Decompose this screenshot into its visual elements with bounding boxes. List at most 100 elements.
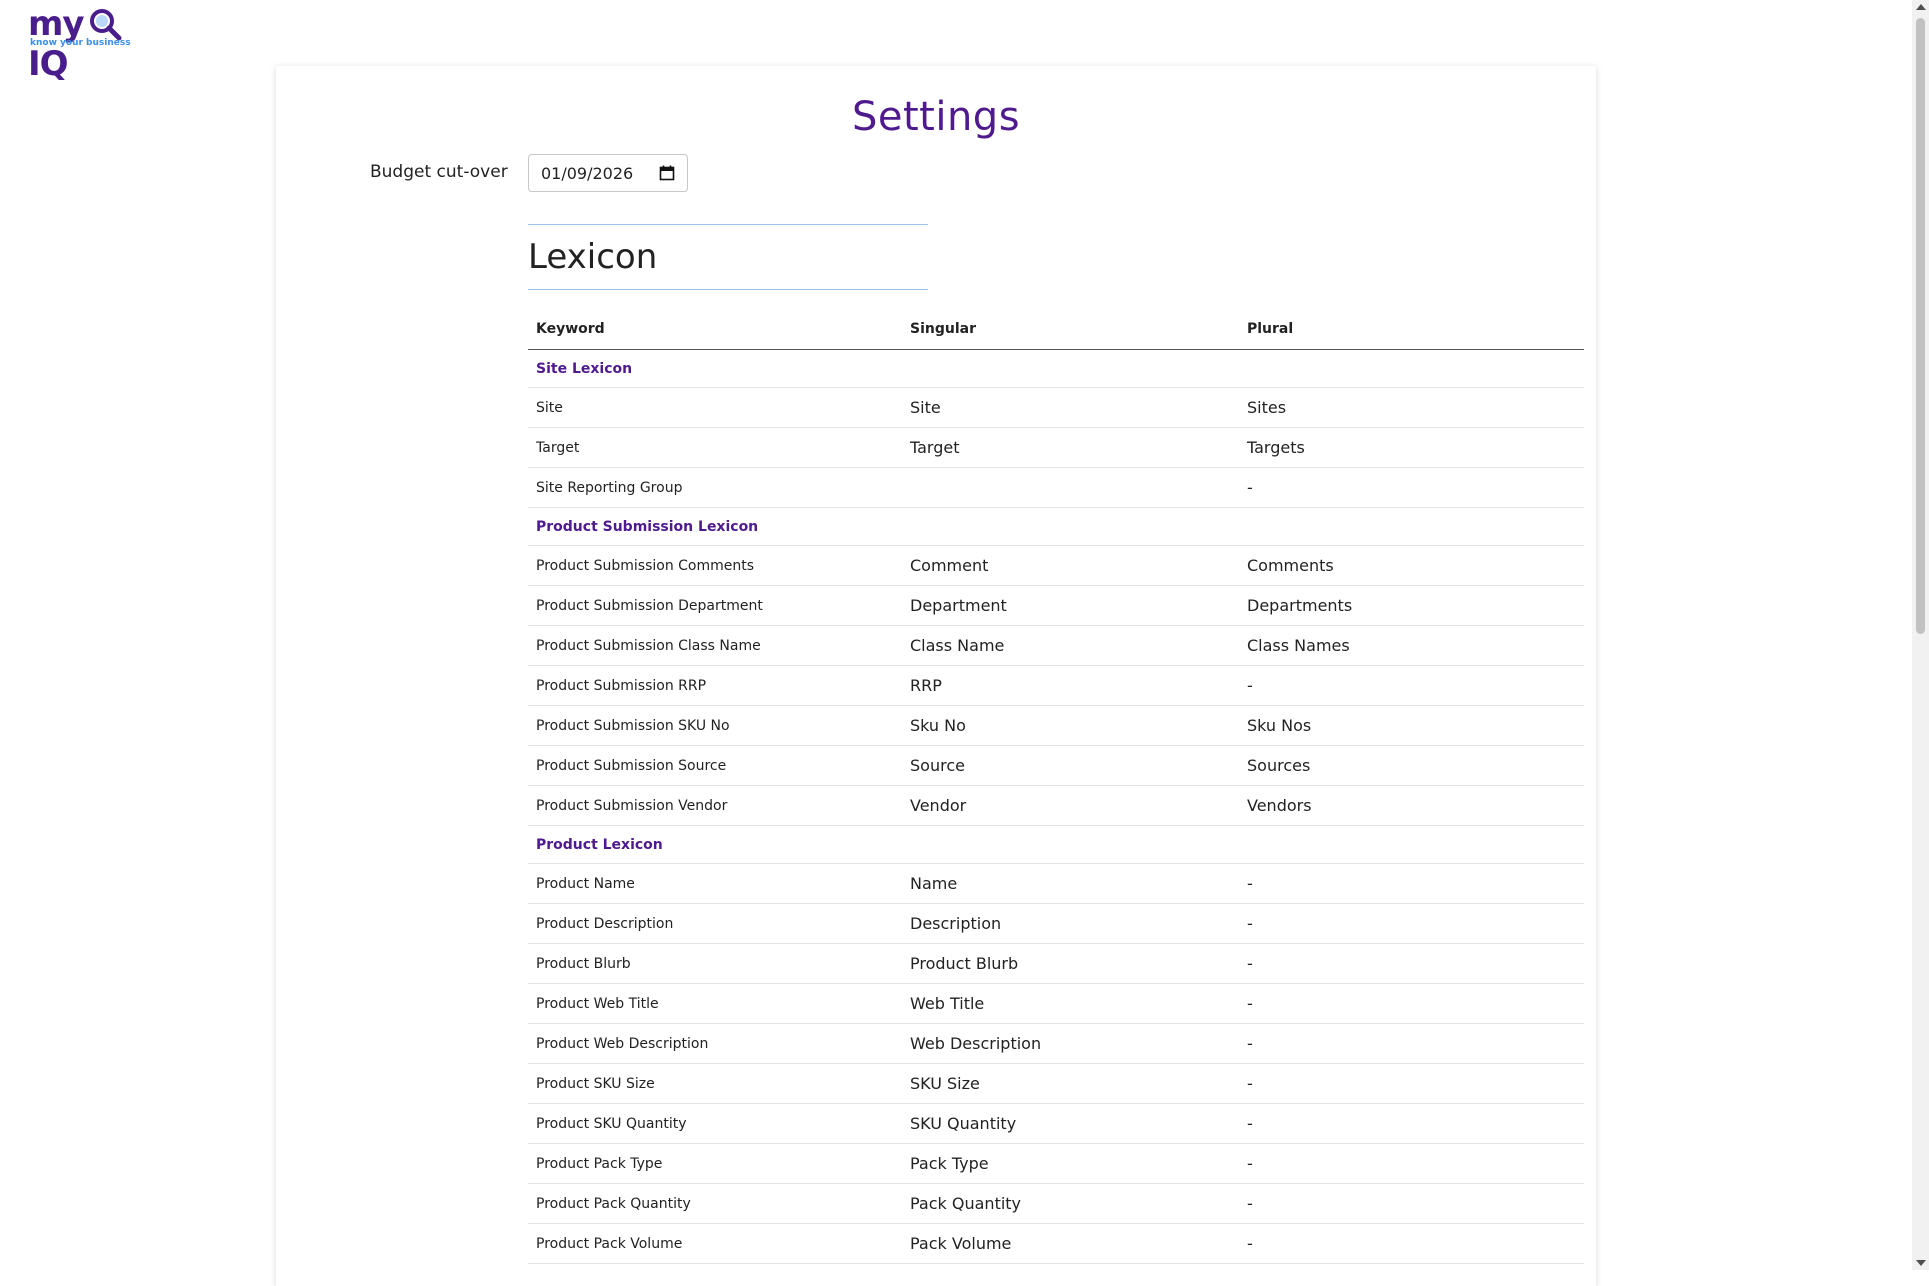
column-header-singular: Singular xyxy=(910,320,976,337)
plural-cell[interactable]: - xyxy=(1247,1114,1584,1133)
table-row[interactable]: Product Submission SKU No Sku No Sku Nos xyxy=(528,706,1584,746)
table-row[interactable]: Product Description Description - xyxy=(528,904,1584,944)
singular-cell[interactable]: Product Blurb xyxy=(910,954,1247,973)
divider xyxy=(528,289,928,290)
lexicon-heading-block: Lexicon xyxy=(528,224,928,290)
singular-cell[interactable]: Comment xyxy=(910,556,1247,575)
table-row[interactable]: Product Web Description Web Description … xyxy=(528,1024,1584,1064)
column-header-keyword: Keyword xyxy=(536,320,605,337)
keyword-cell: Product Submission Source xyxy=(536,757,727,774)
plural-cell[interactable]: Class Names xyxy=(1247,636,1584,655)
plural-cell[interactable]: - xyxy=(1247,478,1584,497)
plural-cell[interactable]: - xyxy=(1247,914,1584,933)
keyword-cell: Product Name xyxy=(536,875,635,892)
keyword-cell: Product Submission Comments xyxy=(536,557,755,574)
singular-cell[interactable]: Pack Volume xyxy=(910,1234,1247,1253)
section-header-row: Product Lexicon xyxy=(528,826,1584,864)
keyword-cell: Product Pack Volume xyxy=(536,1235,683,1252)
plural-cell[interactable]: Sites xyxy=(1247,398,1584,417)
singular-cell[interactable]: RRP xyxy=(910,676,1247,695)
keyword-cell: Product Description xyxy=(536,915,674,932)
scroll-up-arrow-icon[interactable] xyxy=(1916,4,1926,10)
keyword-cell: Product Submission Class Name xyxy=(536,637,761,654)
section-header-row: Site Lexicon xyxy=(528,350,1584,388)
keyword-cell: Product SKU Size xyxy=(536,1075,655,1092)
singular-cell[interactable]: Source xyxy=(910,756,1247,775)
singular-cell[interactable]: Class Name xyxy=(910,636,1247,655)
table-row[interactable]: Product SKU Quantity SKU Quantity - xyxy=(528,1104,1584,1144)
plural-cell[interactable]: - xyxy=(1247,1154,1584,1173)
scroll-thumb[interactable] xyxy=(1916,18,1925,634)
table-row[interactable]: Site Reporting Group - xyxy=(528,468,1584,508)
table-row[interactable]: Product Web Title Web Title - xyxy=(528,984,1584,1024)
keyword-cell: Product SKU Quantity xyxy=(536,1115,687,1132)
table-row[interactable]: Site Site Sites xyxy=(528,388,1584,428)
singular-cell[interactable]: Pack Quantity xyxy=(910,1194,1247,1213)
section-title: Product Lexicon xyxy=(536,836,663,853)
keyword-cell: Product Web Title xyxy=(536,995,659,1012)
budget-cutover-date-input[interactable]: 01/09/2026 xyxy=(528,154,688,192)
calendar-icon[interactable] xyxy=(659,165,675,181)
plural-cell[interactable]: - xyxy=(1247,1034,1584,1053)
section-title: Product Submission Lexicon xyxy=(536,518,759,535)
plural-cell[interactable]: - xyxy=(1247,994,1584,1013)
logo-tagline: know your business xyxy=(30,38,131,48)
singular-cell[interactable]: Web Description xyxy=(910,1034,1247,1053)
singular-cell[interactable]: SKU Quantity xyxy=(910,1114,1247,1133)
table-row[interactable]: Product Submission Comments Comment Comm… xyxy=(528,546,1584,586)
keyword-cell: Product Submission RRP xyxy=(536,677,707,694)
table-row[interactable]: Product SKU Size SKU Size - xyxy=(528,1064,1584,1104)
lexicon-table: Keyword Singular Plural Site Lexicon Sit… xyxy=(528,308,1584,1264)
column-header-plural: Plural xyxy=(1247,320,1294,337)
table-row[interactable]: Product Submission RRP RRP - xyxy=(528,666,1584,706)
table-row[interactable]: Product Pack Quantity Pack Quantity - xyxy=(528,1184,1584,1224)
plural-cell[interactable]: - xyxy=(1247,1194,1584,1213)
singular-cell[interactable]: Sku No xyxy=(910,716,1247,735)
singular-cell[interactable]: Department xyxy=(910,596,1247,615)
plural-cell[interactable]: Comments xyxy=(1247,556,1584,575)
scroll-down-arrow-icon[interactable] xyxy=(1916,1260,1926,1266)
table-row[interactable]: Product Submission Class Name Class Name… xyxy=(528,626,1584,666)
singular-cell[interactable]: Site xyxy=(910,398,1247,417)
plural-cell[interactable]: Targets xyxy=(1247,438,1584,457)
plural-cell[interactable]: - xyxy=(1247,1234,1584,1253)
table-row[interactable]: Product Submission Source Source Sources xyxy=(528,746,1584,786)
keyword-cell: Product Pack Type xyxy=(536,1155,663,1172)
plural-cell[interactable]: - xyxy=(1247,874,1584,893)
keyword-cell: Site xyxy=(536,399,563,416)
section-header-row: Product Submission Lexicon xyxy=(528,508,1584,546)
page-title: Settings xyxy=(851,94,1021,140)
singular-cell[interactable]: Description xyxy=(910,914,1247,933)
table-row[interactable]: Product Submission Vendor Vendor Vendors xyxy=(528,786,1584,826)
page-scrollbar[interactable] xyxy=(1912,0,1929,1270)
plural-cell[interactable]: Sources xyxy=(1247,756,1584,775)
table-row[interactable]: Product Submission Department Department… xyxy=(528,586,1584,626)
singular-cell[interactable]: Target xyxy=(910,438,1247,457)
date-value: 01/09/2026 xyxy=(541,163,634,183)
keyword-cell: Product Pack Quantity xyxy=(536,1195,691,1212)
table-row[interactable]: Product Pack Volume Pack Volume - xyxy=(528,1224,1584,1264)
lexicon-title: Lexicon xyxy=(528,237,658,277)
app-logo[interactable]: my IQ know your business xyxy=(28,4,131,84)
plural-cell[interactable]: - xyxy=(1247,954,1584,973)
settings-card: Settings Budget cut-over 01/09/2026 Lexi… xyxy=(276,66,1596,1286)
table-row[interactable]: Product Name Name - xyxy=(528,864,1584,904)
plural-cell[interactable]: - xyxy=(1247,1074,1584,1093)
table-row[interactable]: Product Pack Type Pack Type - xyxy=(528,1144,1584,1184)
singular-cell[interactable]: Pack Type xyxy=(910,1154,1247,1173)
singular-cell[interactable]: Web Title xyxy=(910,994,1247,1013)
plural-cell[interactable]: Vendors xyxy=(1247,796,1584,815)
table-header-row: Keyword Singular Plural xyxy=(528,308,1584,350)
plural-cell[interactable]: Sku Nos xyxy=(1247,716,1584,735)
singular-cell[interactable]: Vendor xyxy=(910,796,1247,815)
keyword-cell: Site Reporting Group xyxy=(536,479,683,496)
plural-cell[interactable]: Departments xyxy=(1247,596,1584,615)
keyword-cell: Product Submission SKU No xyxy=(536,717,730,734)
table-row[interactable]: Target Target Targets xyxy=(528,428,1584,468)
singular-cell[interactable]: SKU Size xyxy=(910,1074,1247,1093)
keyword-cell: Product Web Description xyxy=(536,1035,709,1052)
keyword-cell: Product Submission Vendor xyxy=(536,797,728,814)
singular-cell[interactable]: Name xyxy=(910,874,1247,893)
plural-cell[interactable]: - xyxy=(1247,676,1584,695)
table-row[interactable]: Product Blurb Product Blurb - xyxy=(528,944,1584,984)
